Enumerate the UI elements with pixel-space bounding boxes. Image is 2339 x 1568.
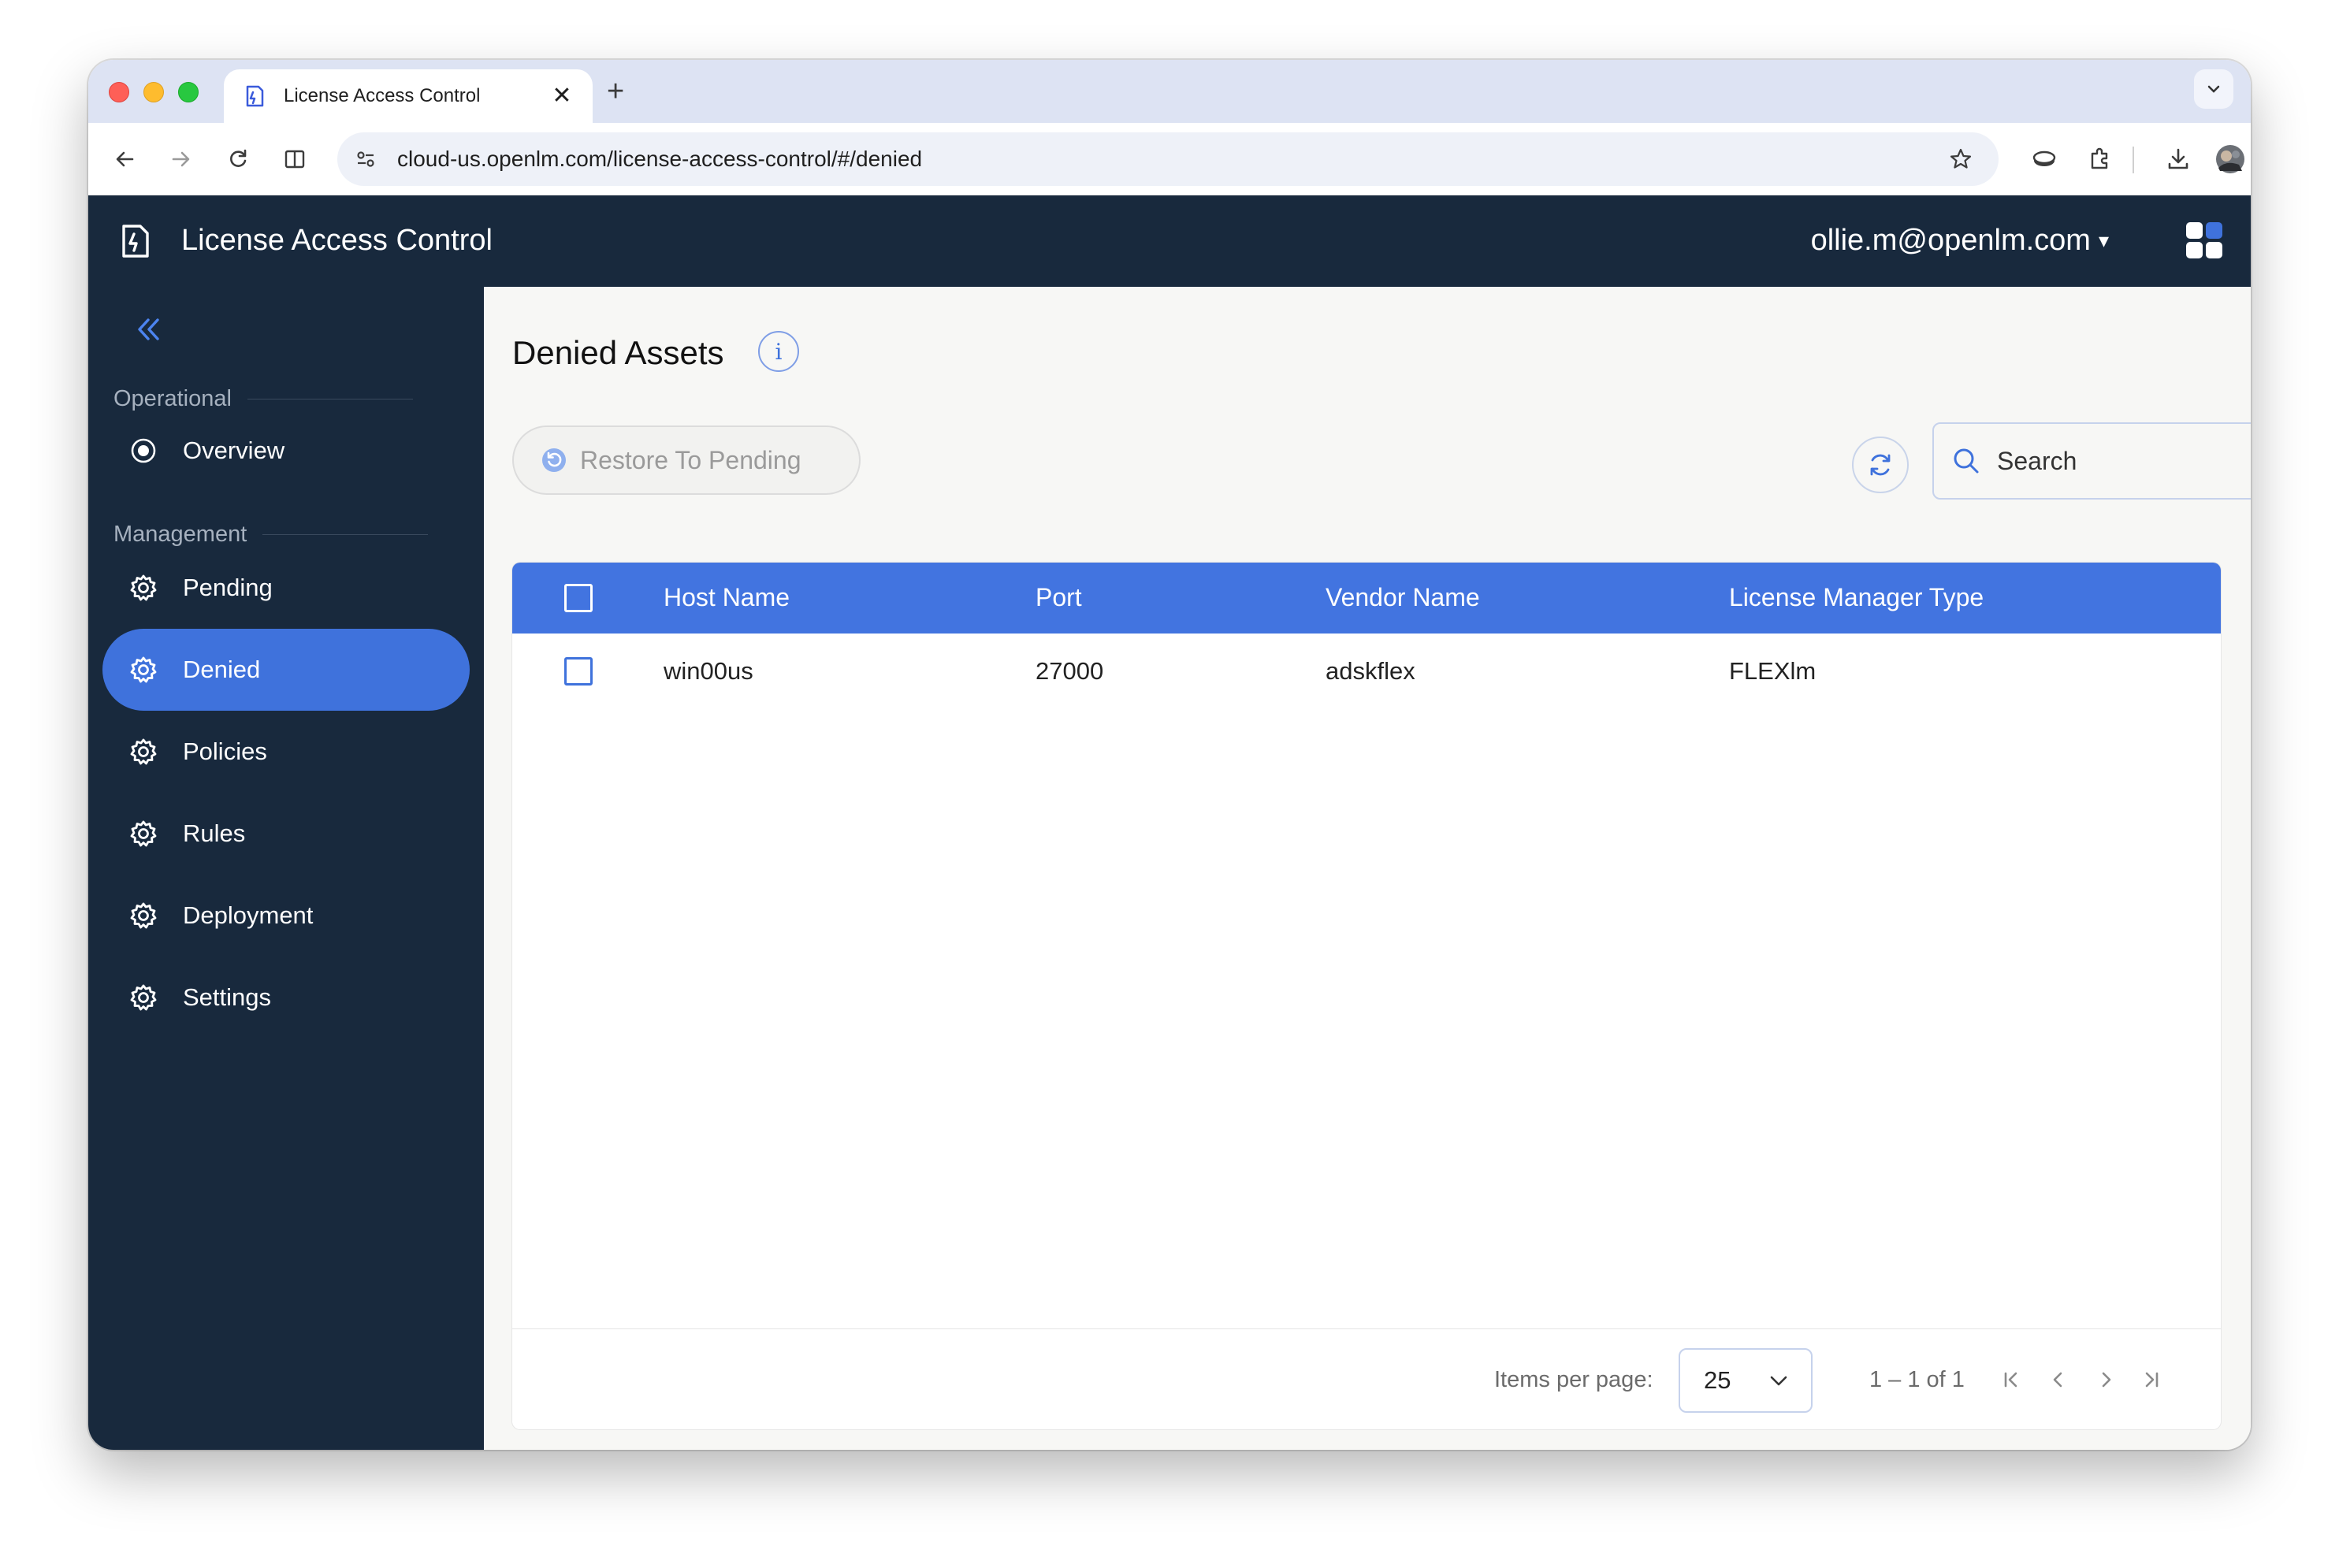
- gear-icon: [128, 818, 159, 849]
- browser-tab-active[interactable]: License Access Control ✕: [224, 69, 593, 123]
- caret-down-icon: ▾: [2098, 229, 2109, 252]
- sidebar-item-rules[interactable]: Rules: [102, 793, 470, 875]
- app-switcher-icon[interactable]: [2185, 221, 2224, 260]
- user-menu[interactable]: ollie.m@openlm.com ▾: [1811, 224, 2109, 258]
- profile-avatar[interactable]: [2214, 143, 2246, 175]
- tab-strip: License Access Control ✕ +: [88, 60, 2251, 123]
- radio-dot-icon: [128, 435, 159, 466]
- sidebar-item-label: Settings: [183, 983, 272, 1011]
- sidebar: Operational Overview Management Pending …: [88, 287, 484, 1450]
- sidebar-item-label: Deployment: [183, 901, 314, 929]
- items-per-page-value: 25: [1704, 1366, 1731, 1394]
- browser-toolbar: cloud-us.openlm.com/license-access-contr…: [88, 123, 2251, 195]
- first-page-icon[interactable]: [1995, 1364, 2027, 1395]
- collapse-sidebar-icon[interactable]: [129, 310, 167, 348]
- sidebar-item-overview[interactable]: Overview: [102, 410, 470, 492]
- section-label: Operational: [113, 386, 232, 411]
- tab-search-button[interactable]: [2194, 69, 2233, 109]
- section-management: Management: [113, 522, 429, 548]
- refresh-icon: [1870, 454, 1891, 476]
- sidebar-item-pending[interactable]: Pending: [102, 547, 470, 629]
- column-header-license-manager-type[interactable]: License Manager Type: [1729, 583, 1984, 612]
- bookmark-star-icon[interactable]: [1945, 143, 1976, 175]
- chevron-down-icon: [1770, 1376, 1787, 1386]
- cell-host-name: win00us: [664, 657, 753, 685]
- tab-title: License Access Control: [284, 85, 481, 106]
- denied-assets-table: Host Name Port Vendor Name License Manag…: [512, 563, 2221, 1429]
- search-icon: [1954, 448, 1979, 474]
- restore-to-pending-button[interactable]: Restore To Pending: [512, 425, 861, 495]
- minimize-window-button[interactable]: [143, 82, 164, 102]
- sidebar-item-deployment[interactable]: Deployment: [102, 875, 470, 957]
- gear-icon: [128, 654, 159, 686]
- previous-page-icon[interactable]: [2043, 1364, 2074, 1395]
- main-content: Denied Assets i Restore To Pending Host …: [484, 287, 2251, 1450]
- toolbar-divider: [2133, 147, 2134, 173]
- search-input[interactable]: [1997, 446, 2251, 476]
- user-email: ollie.m@openlm.com: [1810, 224, 2091, 257]
- column-header-vendor-name[interactable]: Vendor Name: [1326, 583, 1480, 612]
- gear-icon: [128, 736, 159, 767]
- items-per-page-label: Items per page:: [1494, 1367, 1653, 1392]
- tab-close-icon[interactable]: ✕: [550, 84, 574, 108]
- table-row[interactable]: win00us 27000 adskflex FLEXlm: [512, 634, 2221, 708]
- app-title: License Access Control: [181, 224, 493, 257]
- sidebar-item-label: Pending: [183, 574, 273, 601]
- section-divider: [262, 534, 429, 535]
- new-tab-button[interactable]: +: [607, 76, 624, 107]
- sidebar-item-policies[interactable]: Policies: [102, 711, 470, 793]
- address-bar[interactable]: cloud-us.openlm.com/license-access-contr…: [337, 132, 1999, 186]
- page-title: Denied Assets: [512, 334, 724, 371]
- refresh-button[interactable]: [1852, 437, 1909, 493]
- cell-license-manager-type: FLEXlm: [1729, 657, 1817, 685]
- back-icon[interactable]: [109, 143, 140, 175]
- section-label: Management: [113, 522, 247, 547]
- sidebar-item-label: Policies: [183, 738, 267, 765]
- sidebar-item-label: Rules: [183, 819, 246, 847]
- site-settings-icon[interactable]: [350, 143, 381, 175]
- table-header: Host Name Port Vendor Name License Manag…: [512, 563, 2221, 634]
- page-range-label: 1 – 1 of 1: [1869, 1367, 1965, 1392]
- app-favicon-icon: [243, 84, 266, 108]
- app-logo-icon: [117, 222, 154, 260]
- sidebar-item-settings[interactable]: Settings: [102, 957, 470, 1039]
- column-header-host-name[interactable]: Host Name: [664, 583, 790, 612]
- gear-icon: [128, 982, 159, 1013]
- cell-port: 27000: [1036, 657, 1104, 685]
- last-page-icon[interactable]: [2136, 1364, 2167, 1395]
- next-page-icon[interactable]: [2090, 1364, 2121, 1395]
- url-text[interactable]: cloud-us.openlm.com/license-access-contr…: [397, 147, 1945, 172]
- extension-disc-icon[interactable]: [2028, 143, 2060, 175]
- row-checkbox[interactable]: [564, 657, 593, 686]
- chevron-down-icon: [2207, 85, 2220, 93]
- sidebar-item-label: Denied: [183, 656, 261, 683]
- restore-button-label: Restore To Pending: [580, 445, 801, 474]
- maximize-window-button[interactable]: [178, 82, 199, 102]
- section-operational: Operational: [113, 386, 429, 412]
- app-header: License Access Control ollie.m@openlm.co…: [88, 195, 2251, 287]
- select-all-checkbox[interactable]: [564, 584, 593, 612]
- sidebar-item-label: Overview: [183, 437, 285, 464]
- split-view-icon[interactable]: [279, 143, 311, 175]
- items-per-page-select[interactable]: 25: [1679, 1348, 1813, 1413]
- column-header-port[interactable]: Port: [1036, 583, 1082, 612]
- extensions-puzzle-icon[interactable]: [2084, 143, 2115, 175]
- close-window-button[interactable]: [109, 82, 129, 102]
- browser-window: License Access Control ✕ + cloud-us.open…: [88, 60, 2251, 1450]
- info-button[interactable]: i: [758, 331, 799, 372]
- sidebar-item-denied[interactable]: Denied: [102, 629, 470, 711]
- reload-icon[interactable]: [222, 143, 254, 175]
- forward-icon[interactable]: [165, 143, 197, 175]
- download-icon[interactable]: [2162, 143, 2194, 175]
- cell-vendor-name: adskflex: [1326, 657, 1415, 685]
- restore-icon: [542, 448, 566, 472]
- search-field[interactable]: [1932, 422, 2251, 500]
- gear-icon: [128, 900, 159, 931]
- table-paginator: Items per page: 25 1 – 1 of 1: [512, 1328, 2221, 1429]
- gear-icon: [128, 572, 159, 604]
